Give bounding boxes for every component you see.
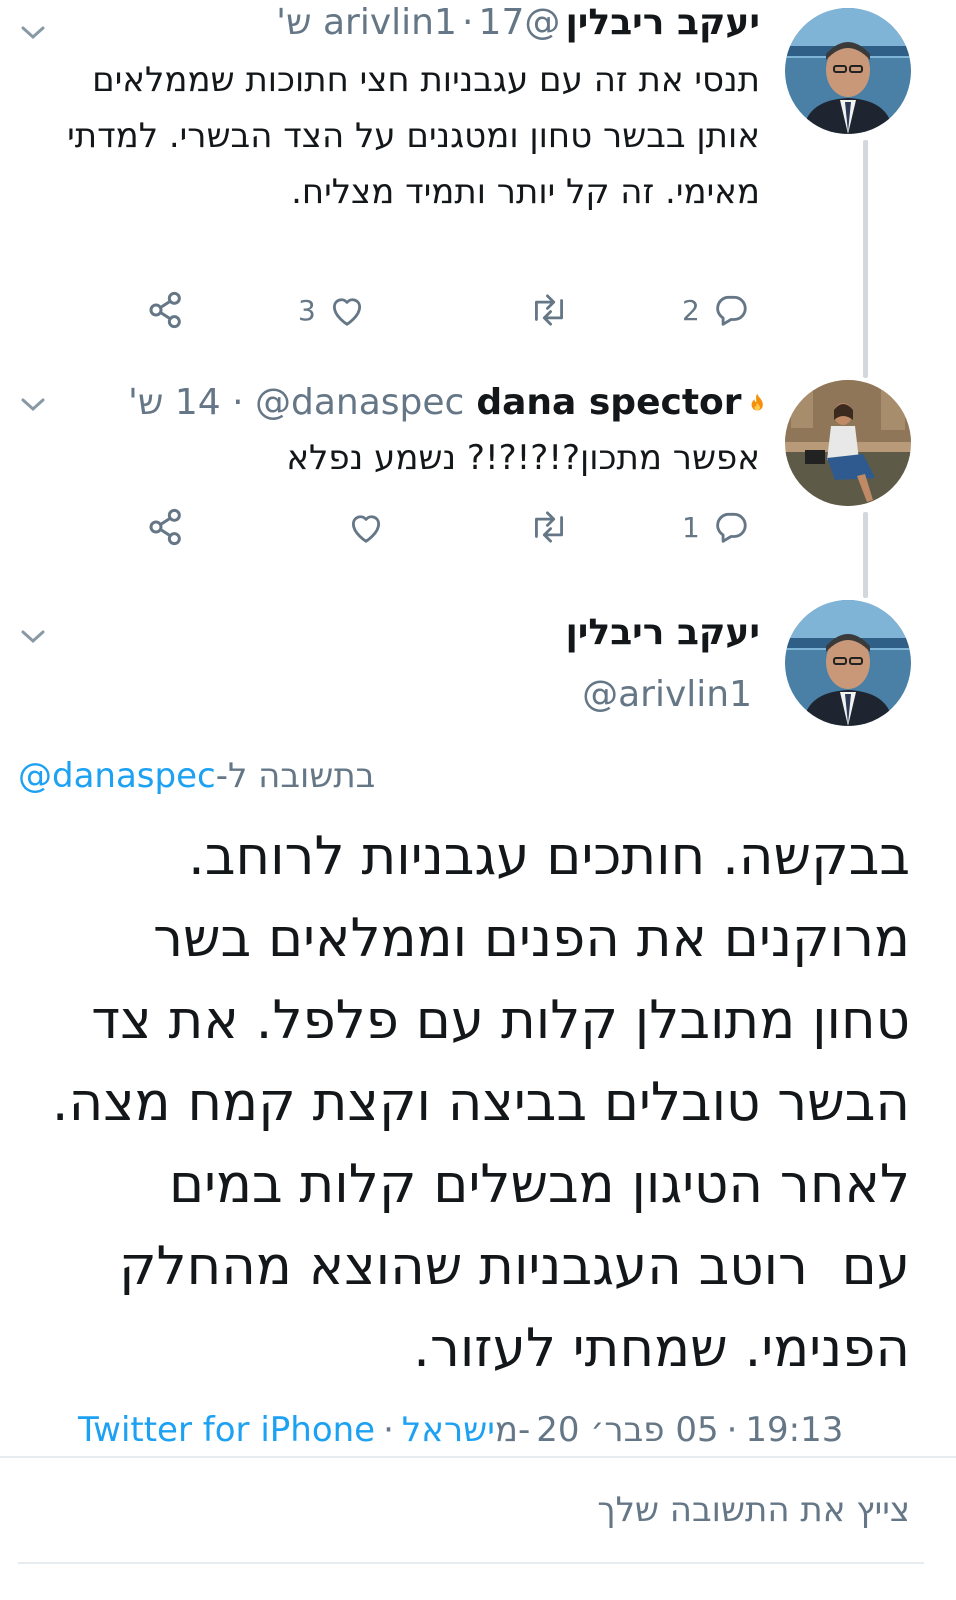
like-button[interactable] — [335, 502, 385, 552]
retweet-button[interactable] — [527, 285, 571, 335]
tweet-text-line: בבקשה. חותכים עגבניות לרוחב. — [188, 826, 910, 887]
thread-line-2 — [863, 512, 868, 598]
reply-button[interactable]: 1 — [682, 502, 750, 552]
reply-count: 2 — [682, 293, 700, 327]
avatar[interactable] — [785, 600, 911, 726]
avatar-photo-icon — [785, 380, 911, 506]
chevron-down-icon[interactable] — [18, 626, 48, 646]
reply-icon — [716, 512, 747, 543]
dot-separator: · — [726, 1410, 738, 1450]
tweet-date: 05 פבר׳ 20 — [536, 1410, 719, 1450]
tweet-time[interactable]: 14 ש' — [128, 382, 221, 423]
like-count: 3 — [298, 293, 316, 327]
share-button[interactable] — [146, 285, 186, 335]
dot-separator: · — [220, 382, 256, 423]
author-name[interactable]: dana spector — [476, 382, 741, 423]
reply-context: @danaspec בתשובה ל- — [18, 756, 375, 796]
reply-input[interactable]: צייץ את התשובה שלך — [210, 1490, 910, 1530]
reply-prefix: בתשובה ל- — [215, 756, 376, 796]
tweet-header: יעקב ריבלין @arivlin1 · 17 ש' — [40, 2, 760, 43]
reply-icon — [716, 295, 747, 326]
like-button[interactable]: 3 — [298, 285, 366, 335]
avatar-photo-icon — [785, 600, 911, 726]
reply-button[interactable]: 2 — [682, 285, 750, 335]
tweet-header: 14 ש' · @danaspec dana spector — [128, 382, 768, 423]
tweet-text: אפשר מתכון?!?!?!? נשמע נפלא — [286, 438, 760, 478]
dot-separator: · — [383, 1410, 394, 1450]
author-name[interactable]: יעקב ריבלין — [565, 2, 760, 43]
thread-line-1 — [863, 140, 868, 378]
avatar-photo-icon — [785, 8, 911, 134]
tweet-text-line: לאחר הטיגון מבשלים קלות במים — [168, 1154, 910, 1215]
reply-input-underline — [18, 1562, 924, 1564]
like-icon — [351, 515, 381, 543]
chevron-down-icon[interactable] — [18, 394, 48, 414]
tweet-text: תנסי את זה עם עגבניות חצי חתוכות שממלאים… — [67, 60, 760, 212]
avatar[interactable] — [785, 380, 911, 506]
retweet-icon — [535, 294, 563, 326]
tweet-time: 19:13 — [745, 1410, 844, 1450]
tweet-meta-line: Twitter for iPhone · ישראל מ- 05 פבר׳ 20… — [78, 1410, 843, 1450]
reply-to-handle[interactable]: @danaspec — [18, 756, 216, 796]
tweet-text-line: טחון מתובלן קלות עם פלפל. את צד — [91, 990, 910, 1051]
dot-separator: · — [462, 2, 474, 43]
avatar[interactable] — [785, 8, 911, 134]
fire-emoji-icon — [751, 393, 763, 410]
divider — [0, 1456, 956, 1458]
client-link[interactable]: Twitter for iPhone — [78, 1410, 375, 1450]
author-name[interactable]: יעקב ריבלין — [565, 612, 760, 653]
retweet-icon — [535, 511, 563, 543]
reply-count: 1 — [682, 510, 700, 544]
share-icon — [149, 508, 181, 546]
retweet-button[interactable] — [527, 502, 571, 552]
share-icon — [149, 291, 181, 329]
author-handle[interactable]: @arivlin1 — [323, 2, 560, 43]
tweet-text-line: מרוקנים את הפנים וממלאים בשר — [153, 908, 910, 969]
tweet-text-line: עם רוטב העגבניות שהוצא מהחלק — [118, 1236, 910, 1297]
share-button[interactable] — [146, 502, 186, 552]
location-prefix: מ- — [494, 1410, 531, 1450]
like-icon — [332, 298, 361, 326]
location-link[interactable]: ישראל — [402, 1410, 495, 1450]
author-handle[interactable]: @danaspec — [255, 382, 464, 423]
tweet-text-line: הבשר טובלים בביצה וקצת קמח מצה. — [51, 1072, 910, 1133]
tweet-text-line: הפנימי. שמחתי לעזור. — [413, 1318, 910, 1379]
author-handle[interactable]: @arivlin1 — [582, 674, 752, 715]
tweet-text: בבקשה. חותכים עגבניות לרוחב. מרוקנים את … — [10, 816, 910, 1390]
